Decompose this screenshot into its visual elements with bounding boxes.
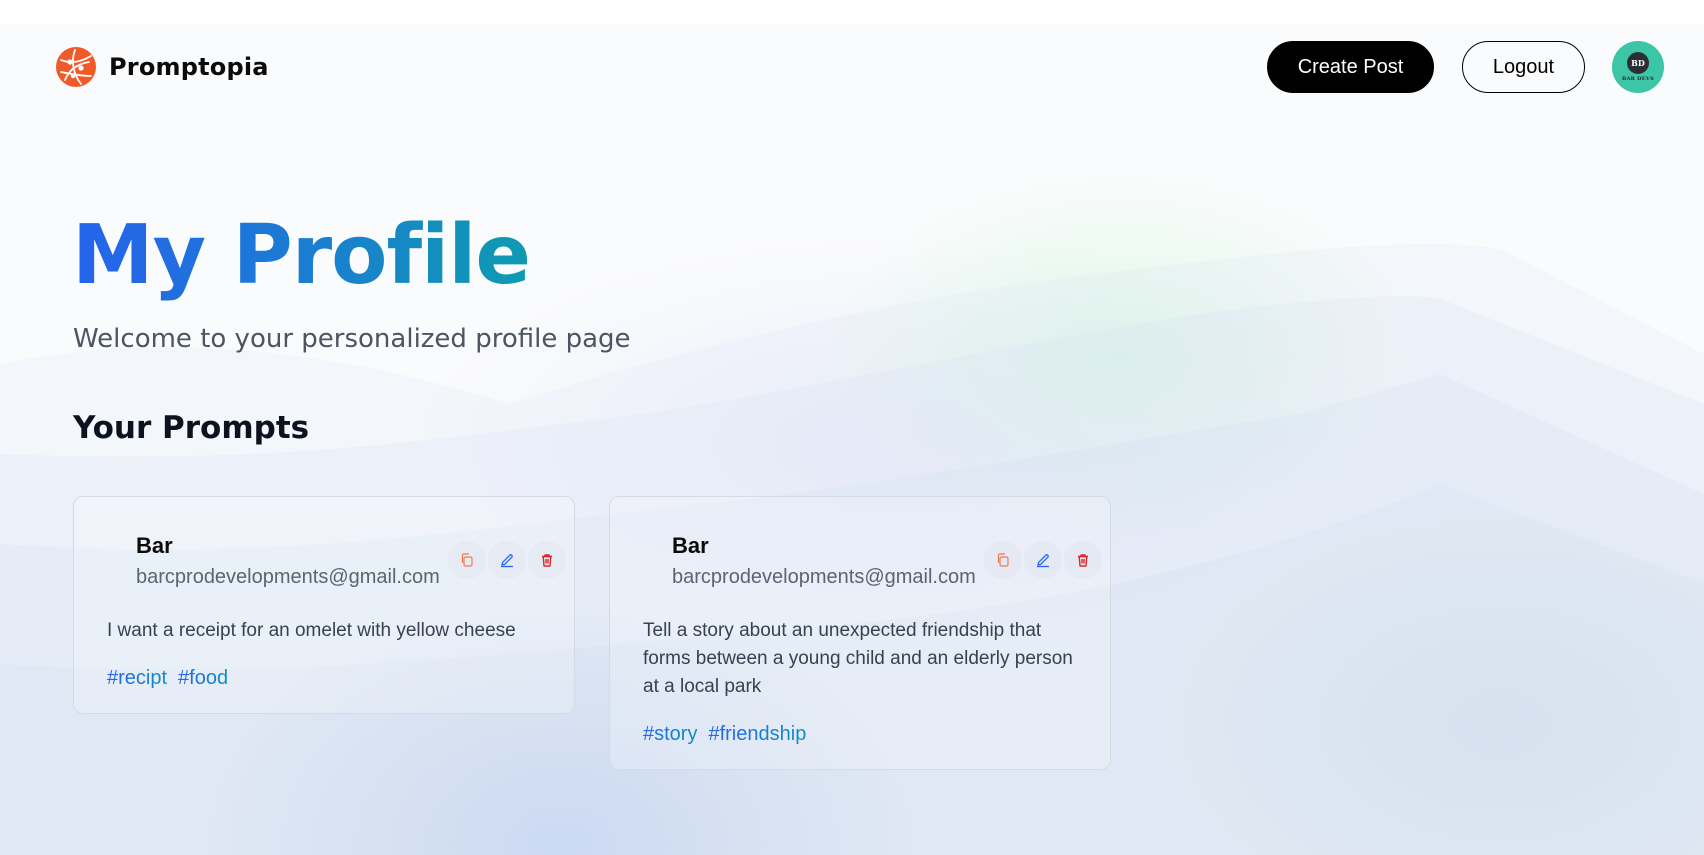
- page-subtitle: Welcome to your personalized profile pag…: [73, 324, 631, 354]
- create-post-button[interactable]: Create Post: [1267, 41, 1434, 93]
- avatar-caption: BAR DEVS: [1621, 76, 1655, 82]
- author-name: Bar: [136, 533, 173, 558]
- prompt-card: Bar barcprodevelopments@gmail.com: [609, 496, 1111, 770]
- page-title: My Profile: [72, 206, 531, 306]
- prompt-tags: #story #friendship: [643, 723, 806, 746]
- promptopia-logo-icon: [56, 47, 96, 87]
- edit-button[interactable]: [488, 541, 526, 579]
- author-name: Bar: [672, 533, 709, 558]
- prompt-author[interactable]: Bar barcprodevelopments@gmail.com: [136, 533, 440, 589]
- edit-button[interactable]: [1024, 541, 1062, 579]
- copy-button[interactable]: [448, 541, 486, 579]
- copy-icon: [997, 553, 1009, 567]
- profile-page: Promptopia Create Post Logout BD BAR DEV…: [0, 24, 1704, 855]
- delete-button[interactable]: [528, 541, 566, 579]
- brand-name: Promptopia: [109, 53, 269, 81]
- prompt-text: Tell a story about an unexpected friends…: [643, 620, 1073, 697]
- logout-button[interactable]: Logout: [1462, 41, 1585, 93]
- author-email: barcprodevelopments@gmail.com: [136, 566, 440, 588]
- section-title-your-prompts: Your Prompts: [73, 410, 310, 446]
- copy-button[interactable]: [984, 541, 1022, 579]
- user-avatar[interactable]: BD BAR DEVS: [1612, 41, 1664, 93]
- trash-icon: [1078, 554, 1088, 567]
- prompt-actions: [984, 541, 1102, 579]
- copy-icon: [461, 553, 473, 567]
- pencil-icon: [1037, 554, 1049, 568]
- navbar: Promptopia Create Post Logout BD BAR DEV…: [0, 24, 1704, 110]
- pencil-icon: [501, 554, 513, 568]
- tag-link[interactable]: #story: [643, 723, 697, 746]
- tag-link[interactable]: #friendship: [708, 723, 806, 746]
- prompt-tags: #recipt #food: [107, 667, 228, 690]
- prompt-text: I want a receipt for an omelet with yell…: [107, 620, 516, 641]
- avatar-initials: BD: [1627, 52, 1649, 74]
- prompt-actions: [448, 541, 566, 579]
- prompt-card: Bar barcprodevelopments@gmail.com: [73, 496, 575, 714]
- delete-button[interactable]: [1064, 541, 1102, 579]
- tag-link[interactable]: #recipt: [107, 667, 167, 690]
- tag-link[interactable]: #food: [178, 667, 228, 690]
- author-email: barcprodevelopments@gmail.com: [672, 566, 976, 588]
- prompt-author[interactable]: Bar barcprodevelopments@gmail.com: [672, 533, 976, 589]
- trash-icon: [542, 554, 552, 567]
- brand-link[interactable]: Promptopia: [55, 46, 269, 88]
